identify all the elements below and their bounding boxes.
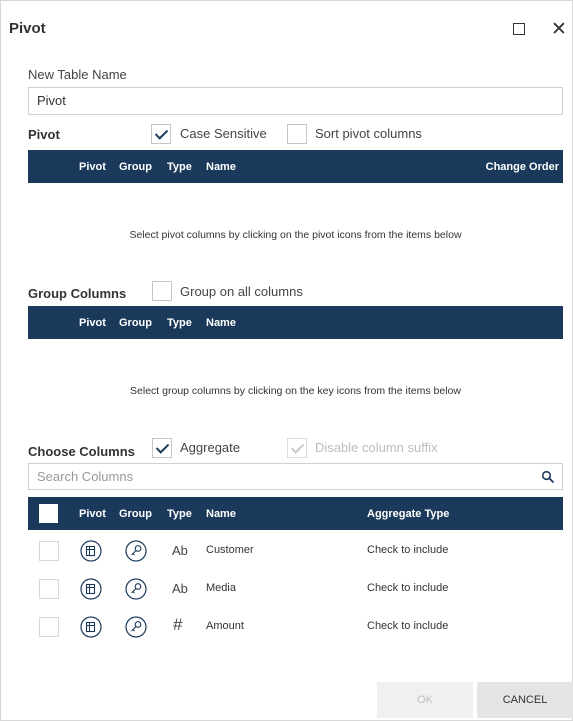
column-name: Customer [206,544,254,556]
maximize-icon [513,23,525,35]
sort-pivot-label: Sort pivot columns [315,126,422,141]
group-empty-message: Select group columns by clicking on the … [130,385,461,397]
pivot-col-header: Pivot [79,508,106,520]
table-row: Ab Media Check to include [28,570,563,608]
aggregate-checkbox[interactable] [152,438,172,458]
type-text-icon: Ab [172,581,188,596]
aggregate-type-value: Check to include [367,544,449,556]
table-name-input[interactable]: Pivot [28,87,563,115]
group-col-header: Group [119,161,152,173]
group-all-label: Group on all columns [180,284,303,299]
pivot-grid-body: Select pivot columns by clicking on the … [28,183,563,271]
pivot-icon[interactable] [80,616,102,638]
group-section-label: Group Columns [28,286,127,301]
type-col-header: Type [167,317,192,329]
row-include-checkbox[interactable] [39,541,59,561]
row-include-checkbox[interactable] [39,579,59,599]
aggregate-type-col-header: Aggregate Type [367,508,450,520]
aggregate-type-value: Check to include [367,582,449,594]
key-icon[interactable] [125,578,147,600]
choose-section-label: Choose Columns [28,444,135,459]
cancel-button[interactable]: CANCEL [477,682,573,718]
table-row: Ab Customer Check to include [28,532,563,570]
aggregate-type-value: Check to include [367,620,449,632]
columns-grid-header: Pivot Group Type Name Aggregate Type [28,497,563,530]
pivot-grid-header: Pivot Group Type Name Change Order [28,150,563,183]
ok-button[interactable]: OK [377,682,473,718]
group-grid-header: Pivot Group Type Name [28,306,563,339]
pivot-col-header: Pivot [79,161,106,173]
search-columns-box [28,463,563,490]
type-number-icon: # [173,615,183,634]
column-name: Amount [206,620,244,632]
disable-suffix-label: Disable column suffix [315,440,438,455]
change-order-col-header: Change Order [485,161,559,173]
aggregate-label: Aggregate [180,440,240,455]
pivot-dialog: Pivot ✕ New Table Name Pivot Pivot Case … [0,0,573,721]
search-columns-input[interactable] [29,464,529,489]
type-col-header: Type [167,508,192,520]
group-all-checkbox[interactable] [152,281,172,301]
maximize-button[interactable] [507,17,531,41]
disable-suffix-checkbox[interactable] [287,438,307,458]
key-icon[interactable] [125,616,147,638]
pivot-col-header: Pivot [79,317,106,329]
close-button[interactable]: ✕ [547,17,571,41]
type-col-header: Type [167,161,192,173]
table-name-label: New Table Name [28,67,127,82]
pivot-section-label: Pivot [28,127,60,142]
group-col-header: Group [119,317,152,329]
type-text-icon: Ab [172,543,188,558]
case-sensitive-label: Case Sensitive [180,126,267,141]
key-icon[interactable] [125,540,147,562]
title-bar: Pivot ✕ [1,1,573,57]
sort-pivot-checkbox[interactable] [287,124,307,144]
group-col-header: Group [119,508,152,520]
column-name: Media [206,582,236,594]
dialog-title: Pivot [9,20,46,37]
search-icon[interactable] [541,470,555,484]
name-col-header: Name [206,317,236,329]
group-grid-body: Select group columns by clicking on the … [28,339,563,427]
row-include-checkbox[interactable] [39,617,59,637]
pivot-icon[interactable] [80,578,102,600]
close-icon: ✕ [551,17,567,40]
select-all-checkbox[interactable] [39,504,58,523]
name-col-header: Name [206,508,236,520]
case-sensitive-checkbox[interactable] [151,124,171,144]
pivot-empty-message: Select pivot columns by clicking on the … [129,229,462,241]
name-col-header: Name [206,161,236,173]
table-row: # Amount Check to include [28,608,563,646]
pivot-icon[interactable] [80,540,102,562]
